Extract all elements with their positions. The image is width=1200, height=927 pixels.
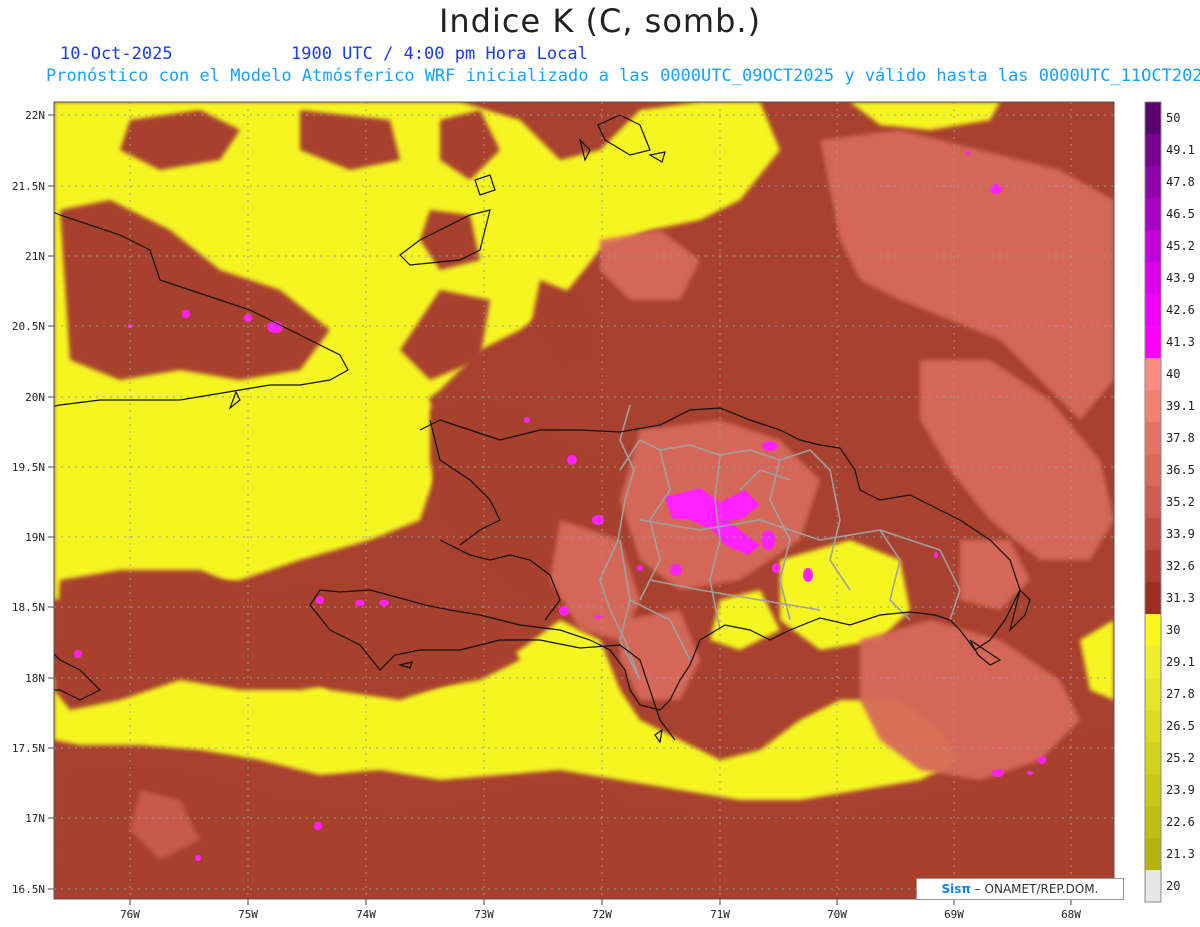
colorbar-label: 43.9 (1166, 271, 1195, 285)
colorbar-swatch (1145, 550, 1161, 582)
colorbar-label: 45.2 (1166, 239, 1195, 253)
lon-label: 70W (827, 908, 847, 921)
lat-label: 17N (25, 812, 45, 825)
k-index-field (54, 102, 1114, 899)
k-index-map: 22N 21.5N 21N 20.5N 20N 19.5N 19N 18.5N … (12, 101, 1162, 921)
lon-label: 75W (238, 908, 258, 921)
colorbar-label: 31.3 (1166, 591, 1195, 605)
colorbar-swatch (1145, 198, 1161, 230)
colorbar-label: 21.3 (1166, 847, 1195, 861)
colorbar-swatch (1145, 102, 1161, 134)
lat-label: 21.5N (12, 180, 45, 193)
colorbar-swatch (1145, 422, 1161, 454)
colorbar-label: 42.6 (1166, 303, 1195, 317)
colorbar-label: 26.5 (1166, 719, 1195, 733)
lat-label: 17.5N (12, 742, 45, 755)
colorbar-swatch (1145, 870, 1161, 902)
colorbar-label: 29.1 (1166, 655, 1195, 669)
colorbar-swatch (1145, 454, 1161, 486)
colorbar-swatch (1145, 230, 1161, 262)
colorbar-label: 30 (1166, 623, 1181, 637)
lon-label: 72W (592, 908, 612, 921)
colorbar-swatch (1145, 134, 1161, 166)
lon-label: 74W (356, 908, 376, 921)
colorbar-swatch (1145, 390, 1161, 422)
colorbar-label: 47.8 (1166, 175, 1195, 189)
lon-label: 71W (710, 908, 730, 921)
colorbar-swatch (1145, 582, 1161, 614)
credit-box: Sisπ – ONAMET/REP.DOM. (916, 878, 1124, 900)
lat-label: 21N (25, 250, 45, 263)
lon-label: 73W (474, 908, 494, 921)
colorbar-swatch (1145, 166, 1161, 198)
colorbar-swatch (1145, 262, 1161, 294)
colorbar-label: 35.2 (1166, 495, 1195, 509)
colorbar-label: 41.3 (1166, 335, 1195, 349)
colorbar-swatch (1145, 646, 1161, 678)
lat-label: 18.5N (12, 601, 45, 614)
lon-label: 69W (944, 908, 964, 921)
colorbar-swatch (1145, 486, 1161, 518)
colorbar-swatch (1145, 326, 1161, 358)
lon-label: 68W (1061, 908, 1081, 921)
colorbar-label: 22.6 (1166, 815, 1195, 829)
colorbar-label: 25.2 (1166, 751, 1195, 765)
colorbar-label: 33.9 (1166, 527, 1195, 541)
colorbar-label: 27.8 (1166, 687, 1195, 701)
colorbar-label: 32.6 (1166, 559, 1195, 573)
colorbar-swatch (1145, 294, 1161, 326)
colorbar-swatch (1145, 742, 1161, 774)
colorbar-label: 37.8 (1166, 431, 1195, 445)
colorbar-label: 49.1 (1166, 143, 1195, 157)
colorbar-label: 40 (1166, 367, 1181, 381)
colorbar-swatch (1145, 678, 1161, 710)
lon-label: 76W (120, 908, 140, 921)
colorbar-swatch (1145, 358, 1161, 390)
lat-label: 16.5N (12, 883, 45, 896)
colorbar-label: 39.1 (1166, 399, 1195, 413)
sispi-logo: Sisπ (941, 882, 971, 896)
colorbar-label: 20 (1166, 879, 1181, 893)
colorbar-label: 23.9 (1166, 783, 1195, 797)
colorbar-label: 50 (1166, 111, 1181, 125)
colorbar-swatch (1145, 838, 1161, 870)
lat-label: 18N (25, 672, 45, 685)
lon-ticks: 76W 75W 74W 73W 72W 71W 70W 69W 68W (120, 899, 1081, 921)
colorbar-label: 36.5 (1166, 463, 1195, 477)
colorbar-swatch (1145, 518, 1161, 550)
lat-label: 19.5N (12, 461, 45, 474)
lat-label: 19N (25, 531, 45, 544)
lat-label: 22N (25, 109, 45, 122)
colorbar-swatch (1145, 614, 1161, 646)
colorbar-label: 46.5 (1166, 207, 1195, 221)
credit-text: – ONAMET/REP.DOM. (970, 882, 1099, 896)
colorbar-swatch (1145, 774, 1161, 806)
colorbar (1144, 101, 1162, 903)
lat-label: 20.5N (12, 320, 45, 333)
colorbar-swatch (1145, 806, 1161, 838)
lat-ticks: 22N 21.5N 21N 20.5N 20N 19.5N 19N 18.5N … (12, 109, 54, 896)
lat-label: 20N (25, 391, 45, 404)
colorbar-swatch (1145, 710, 1161, 742)
